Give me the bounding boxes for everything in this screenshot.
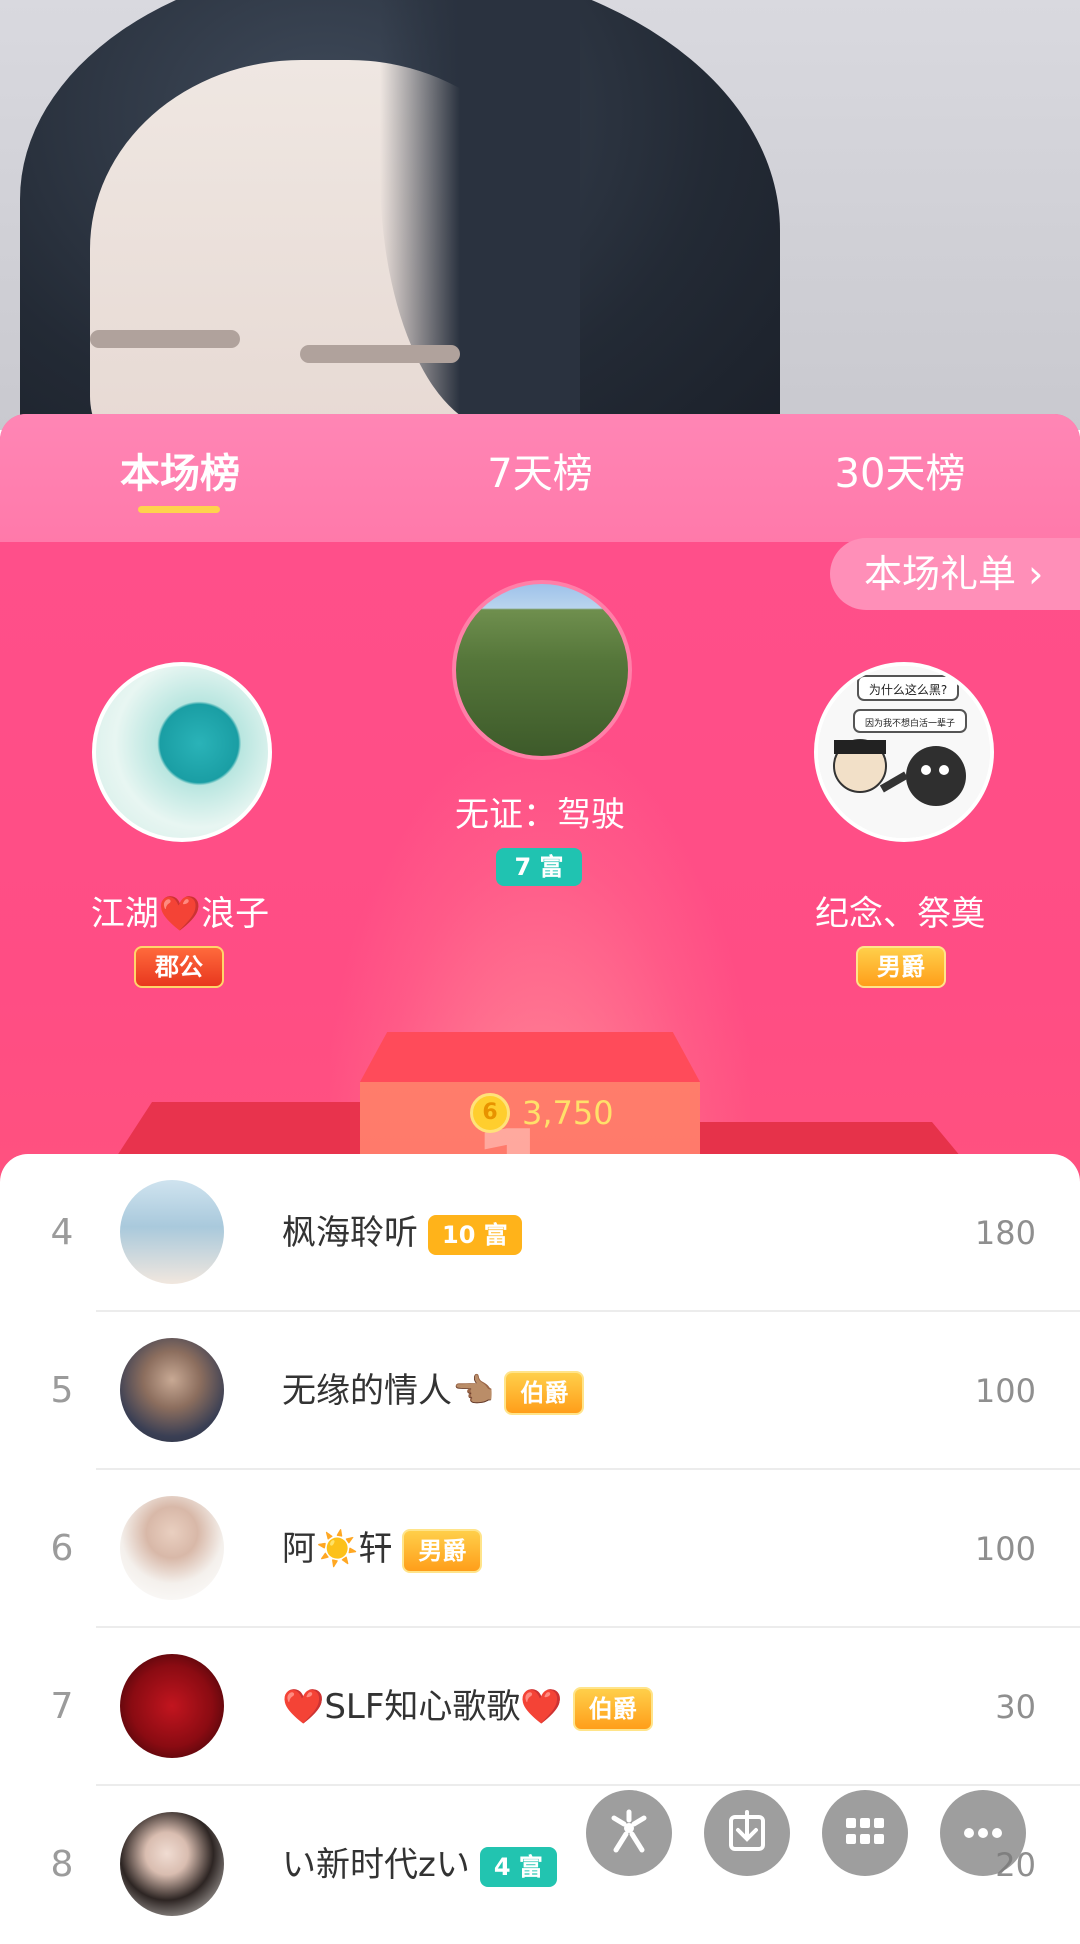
name-rank-3: 纪念、祭奠 [815,894,985,934]
ranking-list: 4 枫海聆听 10 富 180 5 无缘的情人👈🏽 伯爵 100 6 阿☀️轩 男爵 … [0,1154,1080,1920]
list-item[interactable]: 5 无缘的情人👈🏽 伯爵 100 [0,1312,1080,1470]
noble-badge-rank-3: 男爵 [856,946,946,988]
user-name: 无缘的情人👈🏽 伯爵 [282,1312,585,1470]
user-name: い新时代zい 4 富 [282,1786,557,1944]
wealth-badge: 4 富 [479,1846,557,1887]
tab-this-show[interactable]: 本场榜 [110,444,250,504]
cartoon-image: 为什么这么黑? 因为我不想白活一辈子 [818,666,990,838]
user-name: 枫海聆听 10 富 [282,1154,522,1312]
user-name-text: ❤️SLF知心歌歌❤️ [282,1687,563,1727]
user-name-text: 枫海聆听 [282,1213,418,1253]
ranking-tabs: 本场榜 7天榜 30天榜 [0,414,1080,542]
user-name: ❤️SLF知心歌歌❤️ 伯爵 [282,1628,653,1786]
avatar-rank-3[interactable]: 为什么这么黑? 因为我不想白活一辈子 [814,662,994,842]
download-button[interactable] [704,1790,790,1876]
brow-right [300,345,460,363]
score-value: 30 [995,1688,1036,1726]
rank-number: 8 [50,1844,74,1885]
avatar[interactable] [120,1496,224,1600]
brow-left [90,330,240,348]
avatar[interactable] [120,1180,224,1284]
avatar[interactable] [120,1654,224,1758]
name-rank-2: 江湖❤️浪子 [90,894,270,934]
list-item[interactable]: 4 枫海聆听 10 富 180 [0,1154,1080,1312]
list-item[interactable]: 7 ❤️SLF知心歌歌❤️ 伯爵 30 [0,1628,1080,1786]
download-icon [729,1810,765,1851]
user-name-text: 阿☀️轩 [282,1529,393,1569]
coin-icon: 6 [470,1093,510,1133]
avatar[interactable] [120,1812,224,1916]
live-video-frame [0,0,1080,430]
noble-badge-rank-2: 郡公 [134,946,224,988]
apps-button[interactable] [822,1790,908,1876]
rank-number: 4 [50,1212,74,1253]
podium-1-top [360,1032,700,1082]
active-tab-indicator [138,506,220,513]
tab-30-days[interactable]: 30天榜 [830,444,970,504]
grid-icon [846,1818,884,1844]
user-name-text: い新时代zい [282,1845,470,1885]
rank-number: 5 [50,1370,74,1411]
avatar-rank-1[interactable] [452,580,632,760]
user-name: 阿☀️轩 男爵 [282,1470,483,1628]
gift-list-button[interactable]: 本场礼单 › [830,538,1080,610]
score-value: 100 [974,1530,1036,1568]
share-icon [611,1809,647,1853]
share-button[interactable] [586,1790,672,1876]
tab-7-days[interactable]: 7天榜 [470,444,610,504]
wealth-badge: 10 富 [428,1214,522,1255]
cartoon-caption-2: 因为我不想白活一辈子 [865,717,955,729]
rank-number: 7 [50,1686,74,1727]
avatar-rank-2[interactable] [92,662,272,842]
list-item[interactable]: 8 い新时代zい 4 富 20 [0,1786,1080,1944]
noble-badge: 伯爵 [504,1370,585,1415]
noble-badge: 男爵 [402,1528,483,1573]
wealth-badge-rank-1: 7 富 [496,848,582,886]
more-button[interactable] [940,1790,1026,1876]
name-rank-1: 无证：驾驶 [455,795,625,835]
user-name-text: 无缘的情人👈🏽 [282,1371,495,1411]
score-value: 100 [974,1372,1036,1410]
score-value: 180 [974,1214,1036,1252]
more-icon [964,1828,1002,1838]
list-item[interactable]: 6 阿☀️轩 男爵 100 [0,1470,1080,1628]
coins-rank-1: 3,750 [522,1094,614,1132]
cartoon-caption-1: 为什么这么黑? [869,682,947,697]
noble-badge: 伯爵 [572,1686,653,1731]
avatar[interactable] [120,1338,224,1442]
rank-number: 6 [50,1528,74,1569]
